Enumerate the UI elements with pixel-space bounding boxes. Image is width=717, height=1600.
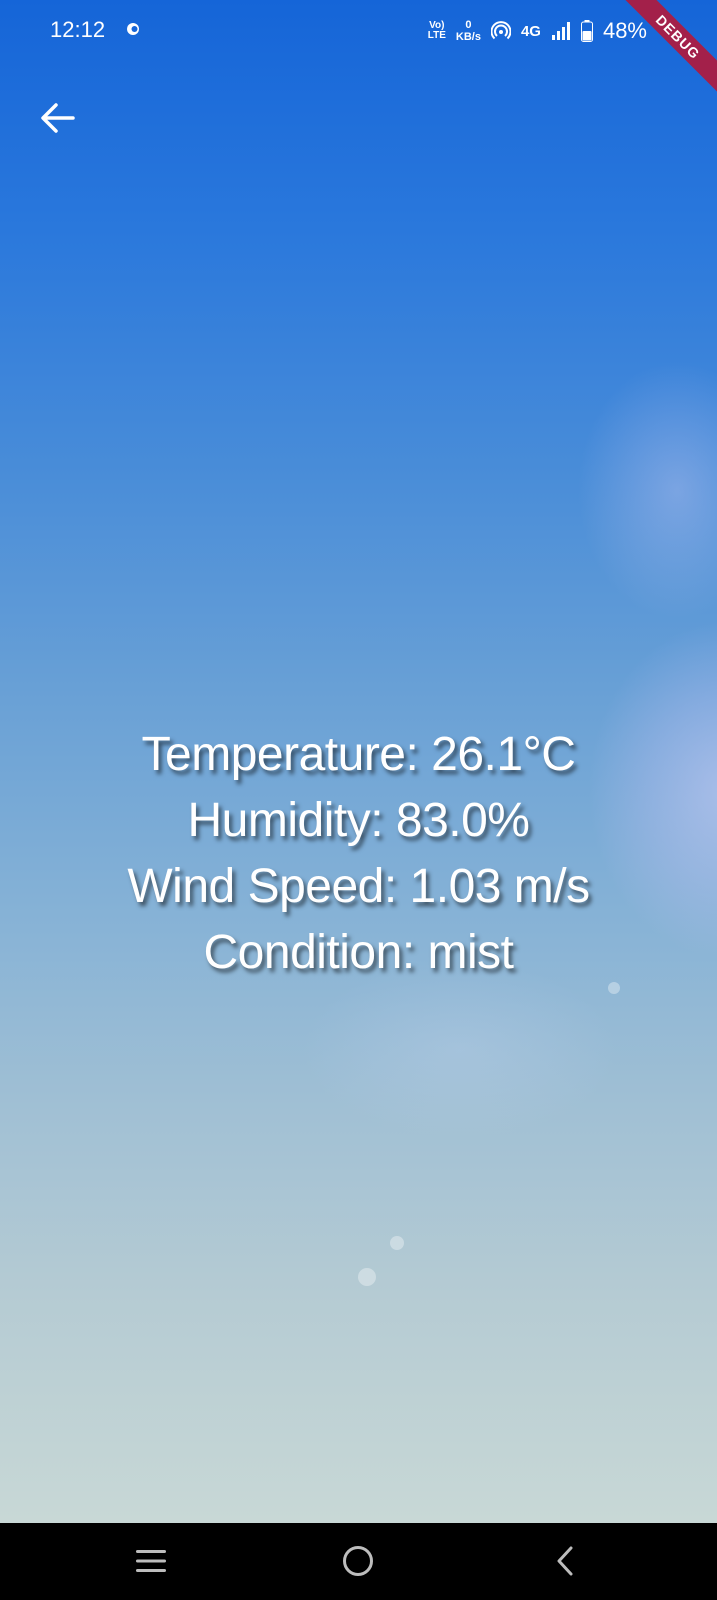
sky-haze (300, 960, 620, 1140)
system-nav-bar (0, 1523, 717, 1600)
battery-percent: 48% (602, 18, 647, 43)
sky-haze (577, 360, 717, 620)
nav-home-button[interactable] (336, 1541, 380, 1581)
status-time: 12:12 (50, 17, 106, 42)
condition-text: Condition: mist (203, 926, 514, 979)
sky-sparkle (358, 1268, 376, 1286)
hotspot-icon (490, 21, 511, 40)
net-speed: 0 KB/s (455, 19, 481, 43)
temperature-text: Temperature: 26.1°C (141, 728, 576, 781)
nav-recents-button[interactable] (129, 1541, 173, 1581)
arrow-back-icon (41, 103, 75, 133)
weather-screen: 12:12 Vo) LTE 0 KB/s 4G 48% DEBUG Temper… (0, 0, 717, 1523)
nav-back-button[interactable] (543, 1541, 587, 1581)
signal-icon (551, 22, 570, 40)
volte-icon: Vo) LTE (427, 20, 446, 41)
status-bar: 12:12 Vo) LTE 0 KB/s 4G 48% (0, 0, 717, 60)
back-button[interactable] (34, 94, 82, 142)
sky-sparkle (390, 1236, 404, 1250)
battery-icon (580, 20, 593, 42)
menu-lines-icon (136, 1550, 166, 1572)
chevron-left-icon (557, 1546, 573, 1576)
network-type: 4G (520, 22, 541, 40)
wind-speed-text: Wind Speed: 1.03 m/s (127, 860, 590, 913)
weather-details: Temperature: 26.1°C Humidity: 83.0% Wind… (0, 722, 717, 986)
circle-home-icon (343, 1546, 373, 1576)
humidity-text: Humidity: 83.0% (187, 794, 530, 847)
app-notification-icon (127, 23, 139, 35)
status-icons: Vo) LTE 0 KB/s 4G 48% (428, 14, 647, 48)
